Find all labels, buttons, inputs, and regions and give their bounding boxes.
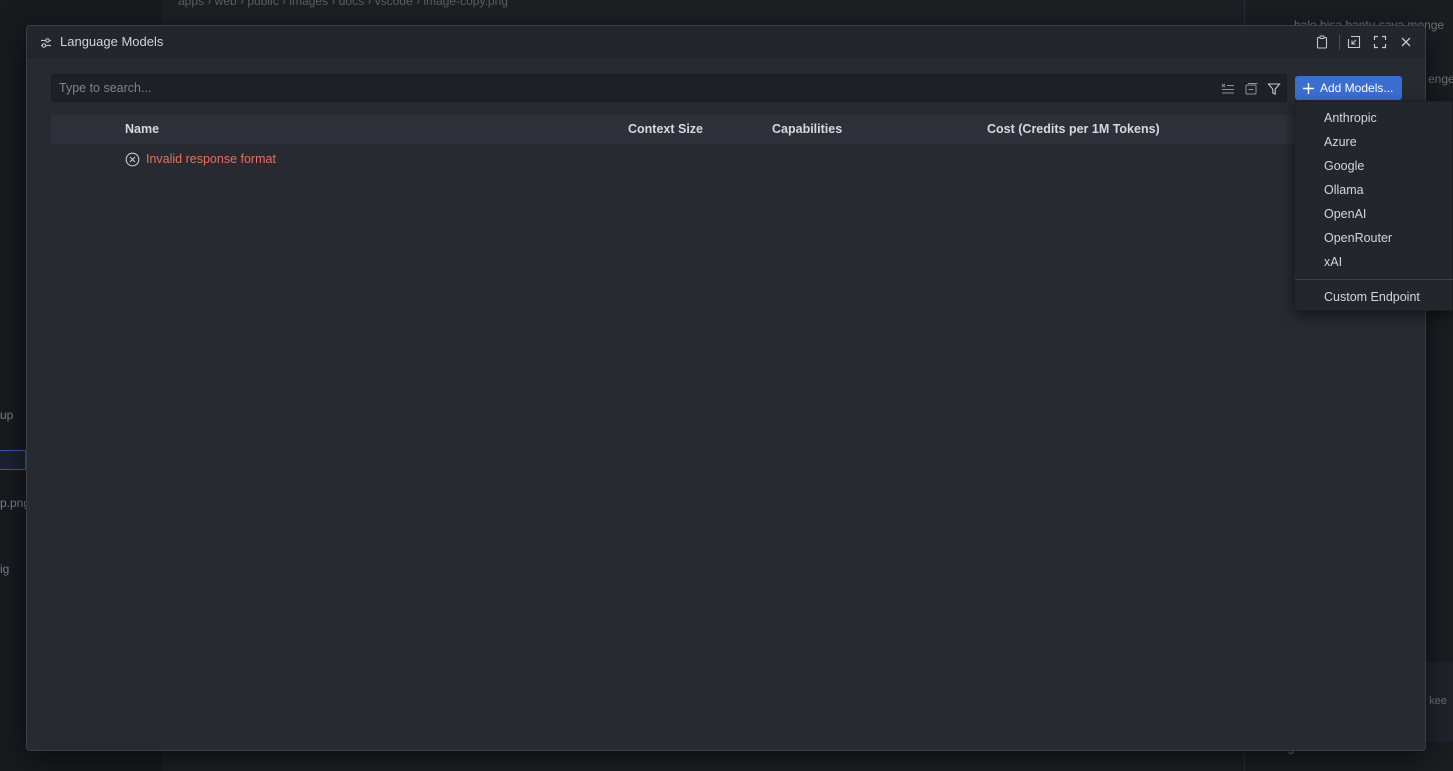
collapse-icon[interactable] <box>1243 81 1259 97</box>
error-message: Invalid response format <box>146 152 276 166</box>
dialog-header: Language Models <box>27 26 1425 58</box>
add-models-menu: Anthropic Azure Google Ollama OpenAI Ope… <box>1294 101 1453 311</box>
search-input[interactable] <box>52 75 1212 101</box>
clipboard-icon[interactable] <box>1314 34 1330 50</box>
chat-message-fragment: enge <box>1428 72 1453 86</box>
language-models-dialog: Language Models Type to search... Add Mo… <box>26 25 1426 751</box>
explorer-selected-item <box>0 450 26 470</box>
menu-item-xai[interactable]: xAI <box>1295 251 1453 273</box>
clear-filter-icon[interactable] <box>1220 81 1236 97</box>
menu-item-custom-endpoint[interactable]: Custom Endpoint <box>1295 286 1453 308</box>
column-header-context-size[interactable]: Context Size <box>628 122 703 136</box>
models-table-header: Name Context Size Capabilities Cost (Cre… <box>51 115 1401 144</box>
menu-item-openai[interactable]: OpenAI <box>1295 203 1453 225</box>
dialog-title: Language Models <box>60 34 164 49</box>
header-divider <box>1339 35 1340 50</box>
error-circle-icon <box>125 152 140 166</box>
menu-item-anthropic[interactable]: Anthropic <box>1295 107 1453 129</box>
close-icon[interactable] <box>1398 34 1414 50</box>
column-header-capabilities[interactable]: Capabilities <box>772 122 842 136</box>
menu-item-openrouter[interactable]: OpenRouter <box>1295 227 1453 249</box>
add-models-label: Add Models... <box>1320 81 1394 95</box>
menu-separator <box>1295 279 1453 280</box>
menu-item-azure[interactable]: Azure <box>1295 131 1453 153</box>
editor-breadcrumb: apps › web › public › images › docs › vs… <box>178 0 508 8</box>
error-message-row: Invalid response format <box>125 150 276 168</box>
filter-icon[interactable] <box>1266 81 1282 97</box>
search-bar <box>51 74 1287 102</box>
menu-item-ollama[interactable]: Ollama <box>1295 179 1453 201</box>
plus-icon <box>1303 82 1314 94</box>
maximize-icon[interactable] <box>1372 34 1388 50</box>
popout-icon[interactable] <box>1346 34 1362 50</box>
add-models-button[interactable]: Add Models... <box>1295 76 1402 100</box>
settings-sliders-icon <box>40 36 52 48</box>
explorer-item-fragment: ig <box>0 562 10 576</box>
column-header-cost[interactable]: Cost (Credits per 1M Tokens) <box>987 122 1160 136</box>
column-header-name[interactable]: Name <box>125 122 159 136</box>
menu-item-google[interactable]: Google <box>1295 155 1453 177</box>
explorer-item-fragment: up <box>0 408 14 422</box>
